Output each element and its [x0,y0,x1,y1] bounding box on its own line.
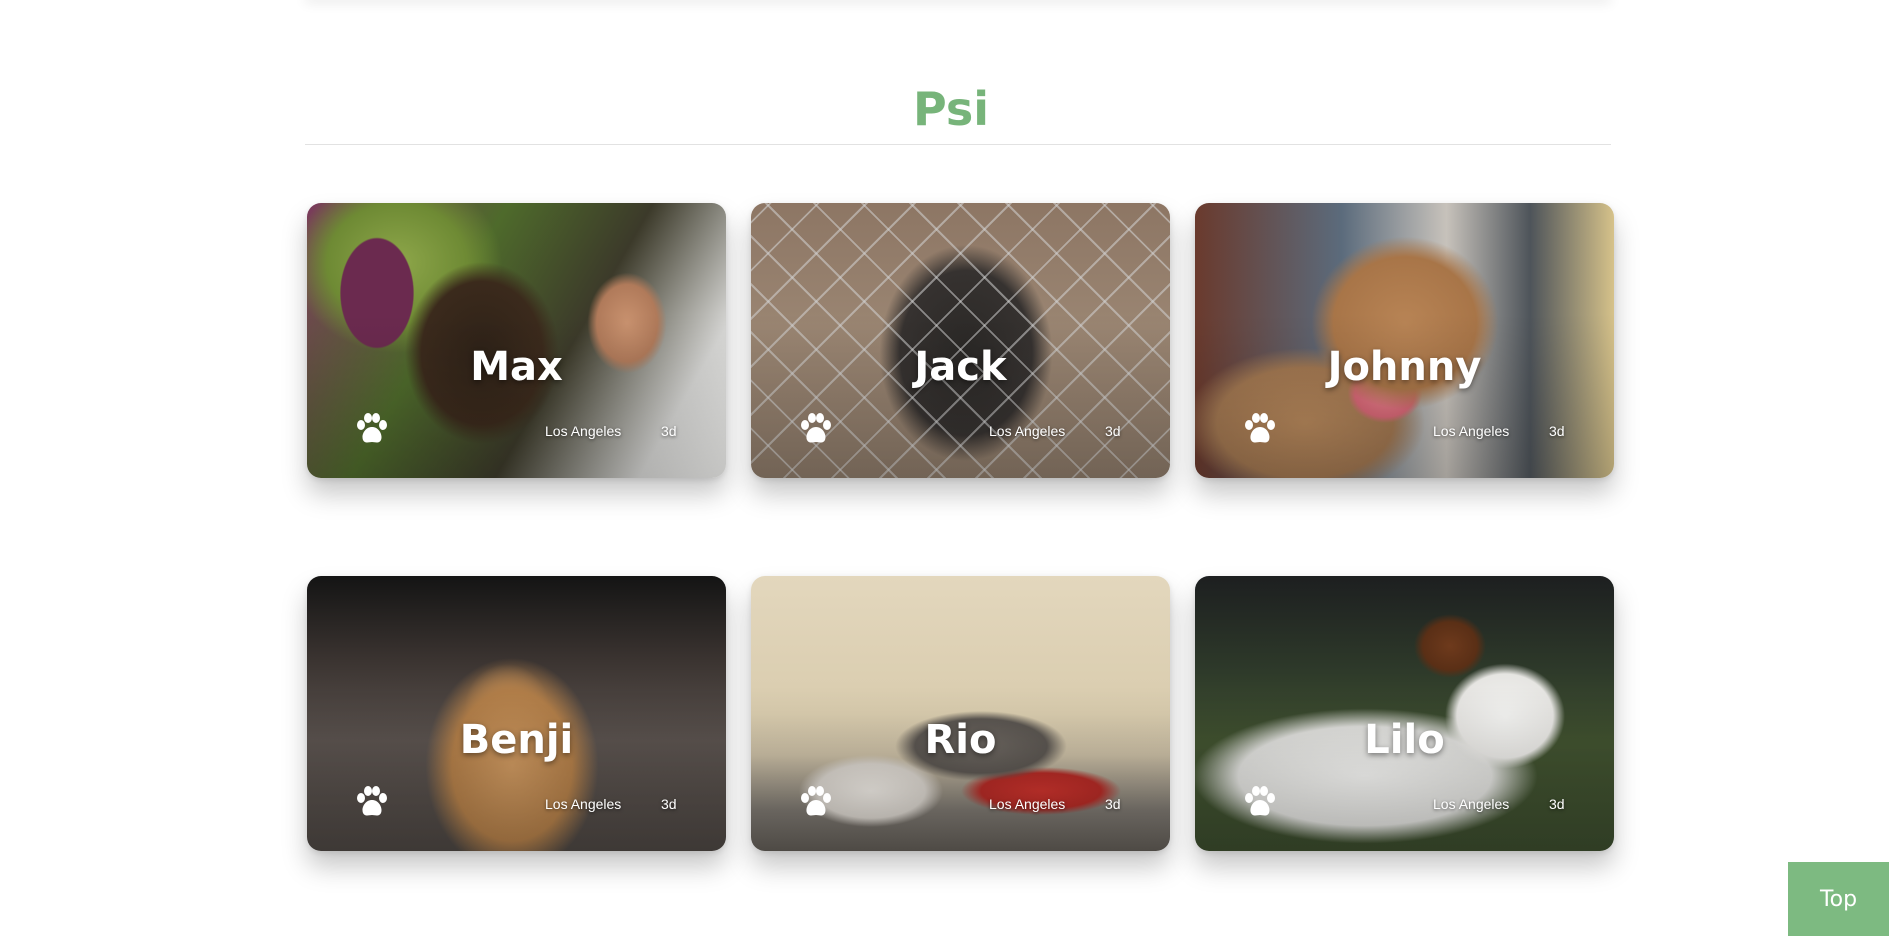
paw-icon [357,786,387,816]
pet-card-rio[interactable]: Rio Los Angeles 3d [751,576,1170,851]
page: Psi Max Los Angeles 3d Jack Los Angeles … [0,0,1902,947]
pet-location: Los Angeles [1433,796,1510,812]
pet-location: Los Angeles [1433,423,1510,439]
pet-location: Los Angeles [545,796,622,812]
paw-icon [801,786,831,816]
pet-name: Benji [459,717,574,763]
paw-icon [357,413,387,443]
pet-location: Los Angeles [989,423,1066,439]
pet-name: Johnny [1327,344,1482,390]
pet-card-lilo[interactable]: Lilo Los Angeles 3d [1195,576,1614,851]
scroll-to-top-button[interactable]: Top [1788,862,1889,936]
pet-card-johnny[interactable]: Johnny Los Angeles 3d [1195,203,1614,478]
pet-card-max[interactable]: Max Los Angeles 3d [307,203,726,478]
section-divider [305,144,1611,145]
pet-card-jack[interactable]: Jack Los Angeles 3d [751,203,1170,478]
pet-name: Max [470,344,563,390]
pet-name: Lilo [1364,717,1445,763]
pet-age: 3d [661,796,677,812]
pet-location: Los Angeles [989,796,1066,812]
pet-name: Jack [914,344,1007,390]
section-title: Psi [912,82,990,136]
pet-age: 3d [1549,423,1565,439]
pet-name: Rio [924,717,997,763]
pet-age: 3d [1549,796,1565,812]
pet-age: 3d [1105,796,1121,812]
paw-icon [1245,413,1275,443]
paw-icon [1245,786,1275,816]
pet-card-benji[interactable]: Benji Los Angeles 3d [307,576,726,851]
pet-age: 3d [661,423,677,439]
pet-location: Los Angeles [545,423,622,439]
pet-age: 3d [1105,423,1121,439]
paw-icon [801,413,831,443]
